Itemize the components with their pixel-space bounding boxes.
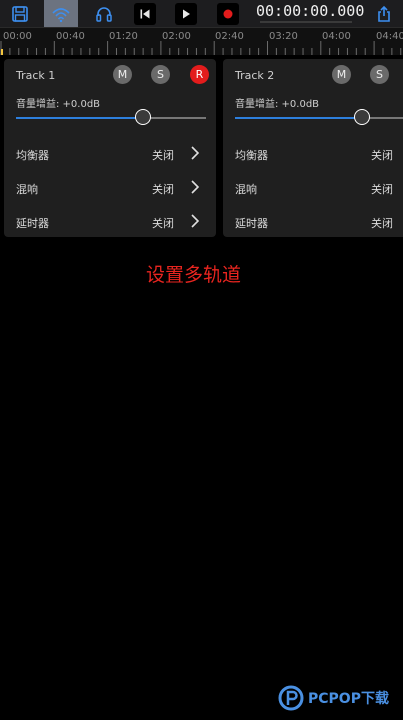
- effect-name: 延时器: [16, 217, 49, 230]
- level-meter: [260, 21, 352, 23]
- effect-row-equalizer[interactable]: 均衡器 关闭: [4, 141, 216, 165]
- mute-button[interactable]: M: [113, 65, 132, 84]
- pcpop-logo-icon: [278, 685, 304, 711]
- gain-label: 音量增益: +0.0dB: [16, 99, 101, 110]
- solo-button[interactable]: S: [370, 65, 389, 84]
- solo-label: S: [376, 68, 383, 81]
- ruler-label: 04:40: [376, 31, 403, 42]
- ruler-label: 02:40: [215, 31, 244, 42]
- playhead-marker[interactable]: [1, 49, 3, 55]
- monitor-button[interactable]: [86, 0, 122, 27]
- effect-name: 均衡器: [235, 149, 268, 162]
- solo-label: S: [157, 68, 164, 81]
- effect-state: 关闭: [152, 149, 174, 162]
- ruler-label: 04:00: [322, 31, 351, 42]
- ruler-label: 00:00: [3, 31, 32, 42]
- app-screen: 00:00:00.000 00:00 00:40 01:20 02:00 02:…: [0, 0, 403, 720]
- effect-name: 混响: [235, 183, 257, 196]
- top-toolbar: 00:00:00.000: [0, 0, 403, 27]
- slider-knob[interactable]: [354, 109, 371, 125]
- effect-row-reverb[interactable]: 混响 关闭: [223, 175, 403, 199]
- save-button[interactable]: [2, 0, 38, 27]
- gain-label: 音量增益: +0.0dB: [235, 99, 320, 110]
- effect-name: 混响: [16, 183, 38, 196]
- slider-fill: [16, 117, 144, 119]
- effect-row-reverb[interactable]: 混响 关闭: [4, 175, 216, 199]
- effect-name: 延时器: [235, 217, 268, 230]
- effect-state: 关闭: [371, 183, 393, 196]
- headphones-icon: [96, 6, 112, 22]
- watermark: PCPOP下载: [278, 683, 400, 713]
- mute-label: M: [336, 68, 347, 81]
- track-name: Track 2: [235, 69, 275, 82]
- ruler-label: 02:00: [162, 31, 191, 42]
- watermark-text: PCPOP下载: [308, 691, 389, 707]
- skip-back-button[interactable]: [133, 0, 157, 27]
- timecode-display: 00:00:00.000: [256, 0, 365, 27]
- track-name: Track 1: [16, 69, 56, 82]
- timeline-ruler[interactable]: 00:00 00:40 01:20 02:00 02:40 03:20 04:0…: [0, 27, 403, 55]
- effect-state: 关闭: [152, 217, 174, 230]
- share-button[interactable]: [366, 0, 402, 27]
- play-button[interactable]: [174, 0, 198, 27]
- mute-label: M: [117, 68, 128, 81]
- play-icon: [183, 9, 190, 18]
- effect-state: 关闭: [371, 217, 393, 230]
- chevron-right-icon: [191, 214, 200, 228]
- record-icon: [223, 9, 233, 18]
- ruler-label: 00:40: [56, 31, 85, 42]
- record-arm-button[interactable]: R: [190, 65, 209, 84]
- effect-name: 均衡器: [16, 149, 49, 162]
- chevron-right-icon: [191, 146, 200, 160]
- mute-button[interactable]: M: [332, 65, 351, 84]
- effect-row-equalizer[interactable]: 均衡器 关闭: [223, 141, 403, 165]
- wifi-icon: [52, 7, 70, 22]
- timecode-text: 00:00:00.000: [256, 2, 365, 20]
- slider-fill: [235, 117, 363, 119]
- effect-row-delay[interactable]: 延时器 关闭: [223, 209, 403, 233]
- effect-state: 关闭: [371, 149, 393, 162]
- track-card-1: Track 1 M S R 音量增益: +0.0dB 均衡器 关闭 混响 关闭 …: [4, 59, 216, 237]
- wireless-button[interactable]: [44, 0, 78, 27]
- share-icon: [378, 5, 390, 22]
- effect-state: 关闭: [152, 183, 174, 196]
- skip-back-icon: [140, 9, 150, 18]
- record-arm-label: R: [195, 68, 204, 81]
- solo-button[interactable]: S: [151, 65, 170, 84]
- chevron-right-icon: [191, 180, 200, 194]
- effect-row-delay[interactable]: 延时器 关闭: [4, 209, 216, 233]
- ruler-label: 03:20: [269, 31, 298, 42]
- save-icon: [12, 5, 28, 22]
- gain-slider[interactable]: [235, 109, 403, 127]
- caption-text: 设置多轨道: [145, 264, 241, 286]
- record-button[interactable]: [216, 0, 240, 27]
- ruler-label: 01:20: [109, 31, 138, 42]
- slider-knob[interactable]: [135, 109, 152, 125]
- track-card-2: Track 2 M S 音量增益: +0.0dB 均衡器 关闭 混响 关闭 延时…: [223, 59, 403, 237]
- gain-slider[interactable]: [16, 109, 206, 127]
